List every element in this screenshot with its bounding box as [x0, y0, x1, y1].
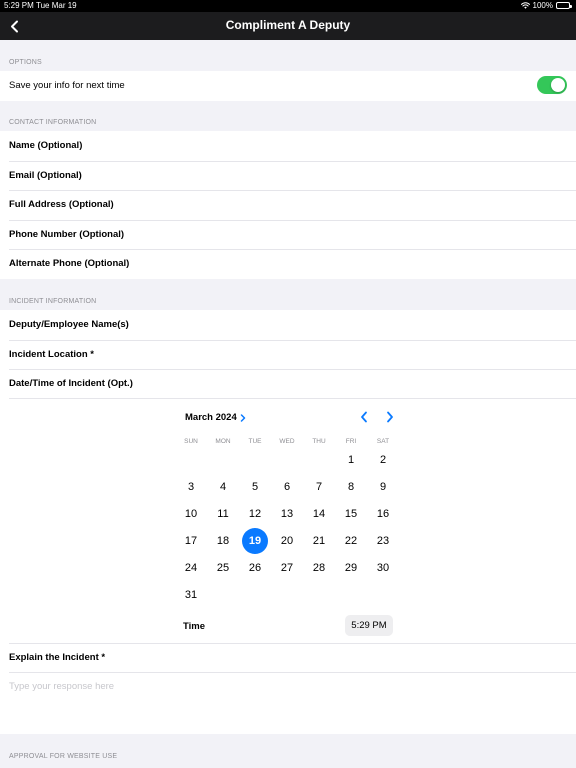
previous-month-button[interactable]: [357, 410, 371, 424]
calendar-day[interactable]: 6: [274, 474, 300, 500]
selected-day[interactable]: 19: [242, 528, 268, 554]
calendar-day[interactable]: 24: [178, 555, 204, 581]
weekday-fri: FRI: [345, 438, 357, 445]
calendar-day[interactable]: 20: [274, 528, 300, 554]
calendar-day[interactable]: 4: [210, 474, 236, 500]
time-label: Time: [183, 621, 206, 632]
deputy-name-field[interactable]: Deputy/Employee Name(s): [0, 310, 576, 340]
date-picker-calendar: March 2024 SUN MON TUE WED THU FRI SAT 1234567…: [0, 398, 576, 643]
calendar-day[interactable]: 21: [306, 528, 332, 554]
save-info-label: Save your info for next time: [9, 80, 125, 92]
calendar-day[interactable]: 30: [370, 555, 396, 581]
calendar-day[interactable]: 5: [242, 474, 268, 500]
calendar-day[interactable]: 15: [338, 501, 364, 527]
divider: [9, 672, 576, 673]
month-year-selector[interactable]: March 2024: [185, 412, 246, 423]
calendar-day[interactable]: 9: [370, 474, 396, 500]
wifi-icon: [520, 2, 530, 9]
chevron-left-icon: [361, 411, 367, 423]
weekday-sat: SAT: [376, 438, 390, 445]
alternate-phone-field[interactable]: Alternate Phone (Optional): [0, 249, 576, 279]
calendar-day[interactable]: 3: [178, 474, 204, 500]
toggle-knob: [551, 78, 565, 92]
contact-group: Name (Optional) Email (Optional) Full Ad…: [0, 131, 576, 279]
weekday-wed: WED: [279, 438, 295, 445]
next-month-button[interactable]: [383, 410, 397, 424]
incident-datetime-field[interactable]: Date/Time of Incident (Opt.): [0, 369, 576, 399]
calendar-day[interactable]: 31: [178, 582, 204, 608]
calendar-day[interactable]: 14: [306, 501, 332, 527]
status-time: 5:29 PM: [4, 1, 34, 10]
save-info-row: Save your info for next time: [0, 71, 576, 101]
weekday-mon: MON: [215, 438, 231, 445]
approval-section-header: APPROVAL FOR WEBSITE USE: [9, 753, 118, 760]
calendar-day[interactable]: 17: [178, 528, 204, 554]
phone-field[interactable]: Phone Number (Optional): [0, 219, 576, 250]
battery-icon: [556, 2, 572, 9]
incident-group: Deputy/Employee Name(s) Incident Locatio…: [0, 310, 576, 399]
calendar-day[interactable]: 1: [338, 447, 364, 473]
month-label: March 2024: [185, 412, 237, 423]
page-title: Compliment A Deputy: [225, 18, 351, 32]
options-section-header: OPTIONS: [9, 59, 42, 66]
status-right: 100%: [520, 1, 572, 10]
save-info-toggle[interactable]: [537, 76, 567, 94]
calendar-day[interactable]: 12: [242, 501, 268, 527]
explain-label: Explain the Incident *: [9, 652, 106, 663]
calendar-day[interactable]: 25: [210, 555, 236, 581]
calendar-day[interactable]: 27: [274, 555, 300, 581]
weekday-thu: THU: [312, 438, 326, 445]
calendar-day[interactable]: 13: [274, 501, 300, 527]
battery-percent: 100%: [532, 1, 553, 10]
chevron-right-icon: [387, 411, 393, 423]
email-field[interactable]: Email (Optional): [0, 160, 576, 191]
explain-group: Explain the Incident *: [0, 643, 576, 734]
chevron-right-icon: [240, 413, 246, 422]
calendar-day[interactable]: 8: [338, 474, 364, 500]
calendar-day[interactable]: 26: [242, 555, 268, 581]
calendar-day[interactable]: 2: [370, 447, 396, 473]
calendar-day[interactable]: 7: [306, 474, 332, 500]
status-date: Tue Mar 19: [36, 1, 77, 10]
options-group: Save your info for next time: [0, 71, 576, 101]
status-bar: 5:29 PM Tue Mar 19 100%: [0, 0, 576, 12]
navigation-bar: Compliment A Deputy: [0, 12, 576, 40]
contact-section-header: CONTACT INFORMATION: [9, 119, 97, 126]
name-field[interactable]: Name (Optional): [0, 131, 576, 161]
time-picker-button[interactable]: 5:29 PM: [345, 615, 393, 636]
incident-location-field[interactable]: Incident Location *: [0, 339, 576, 370]
calendar-day[interactable]: 18: [210, 528, 236, 554]
calendar-day[interactable]: 16: [370, 501, 396, 527]
calendar-day[interactable]: 22: [338, 528, 364, 554]
calendar-day[interactable]: 28: [306, 555, 332, 581]
incident-section-header: INCIDENT INFORMATION: [9, 298, 97, 305]
address-field[interactable]: Full Address (Optional): [0, 190, 576, 220]
calendar-day[interactable]: 10: [178, 501, 204, 527]
explain-response-input[interactable]: [9, 681, 567, 692]
weekday-sun: SUN: [184, 438, 198, 445]
calendar-day[interactable]: 23: [370, 528, 396, 554]
calendar-day[interactable]: 29: [338, 555, 364, 581]
calendar-day[interactable]: 11: [210, 501, 236, 527]
weekday-tue: TUE: [248, 438, 262, 445]
